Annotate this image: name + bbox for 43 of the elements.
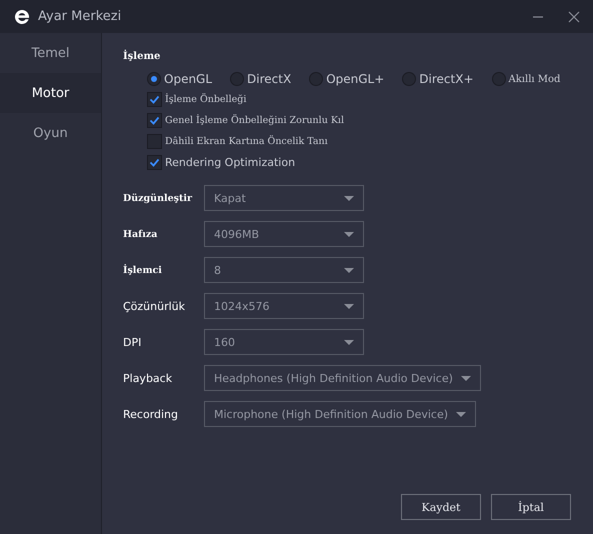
setting-label: Recording: [123, 408, 180, 420]
cancel-button[interactable]: İptal: [491, 494, 571, 520]
save-button[interactable]: Kaydet: [401, 494, 481, 520]
caret-icon[interactable]: [344, 340, 354, 344]
dropdown[interactable]: Kapat: [204, 185, 364, 211]
dropdown[interactable]: Headphones (High Definition Audio Device): [204, 365, 481, 391]
minimize-icon[interactable]: [533, 16, 543, 18]
caret-icon[interactable]: [456, 412, 466, 416]
section-title: İşleme: [123, 51, 162, 62]
sidebar-tab[interactable]: Oyun: [0, 113, 101, 153]
radio-option[interactable]: Akıllı Mod: [492, 72, 560, 86]
radio-option[interactable]: OpenGL+: [309, 72, 384, 86]
caret-icon[interactable]: [344, 304, 354, 308]
setting-label: DPI: [123, 336, 142, 348]
setting-label: Playback: [123, 372, 174, 384]
dropdown[interactable]: 160: [204, 329, 364, 355]
caret-icon[interactable]: [344, 232, 354, 236]
checkbox-option[interactable]: İşleme Önbelleği: [147, 92, 593, 107]
setting-label: Çözünürlük: [123, 300, 186, 312]
checkmark-icon[interactable]: [148, 93, 161, 106]
setting-label: Düzgünleştir: [123, 192, 194, 204]
sidebar-tab[interactable]: Temel: [0, 33, 101, 73]
checkbox-option[interactable]: Genel İşleme Önbelleğini Zorunlu Kıl: [147, 113, 593, 128]
setting-label: Hafıza: [123, 228, 158, 240]
checkbox-option[interactable]: Dâhili Ekran Kartına Öncelik Tanı: [147, 134, 593, 149]
caret-icon[interactable]: [344, 196, 354, 200]
dropdown[interactable]: Microphone (High Definition Audio Device): [204, 401, 476, 427]
checkbox-option[interactable]: Rendering Optimization: [147, 155, 593, 170]
caret-icon[interactable]: [460, 376, 471, 380]
radio-option[interactable]: DirectX: [230, 72, 292, 86]
setting-label: İşlemci: [123, 264, 163, 276]
app-logo-icon: [14, 8, 30, 24]
dropdown[interactable]: 1024x576: [204, 293, 364, 319]
checkmark-icon[interactable]: [148, 114, 161, 127]
close-icon[interactable]: [568, 10, 580, 22]
radio-option[interactable]: DirectX+: [402, 72, 474, 86]
radio-option[interactable]: OpenGL: [147, 72, 212, 86]
dropdown[interactable]: 8: [204, 257, 364, 283]
caret-icon[interactable]: [344, 268, 354, 272]
dropdown[interactable]: 4096MB: [204, 221, 364, 247]
checkmark-icon[interactable]: [148, 156, 161, 169]
window-title: Ayar Merkezi: [38, 9, 122, 24]
sidebar-tab[interactable]: Motor: [0, 73, 101, 113]
